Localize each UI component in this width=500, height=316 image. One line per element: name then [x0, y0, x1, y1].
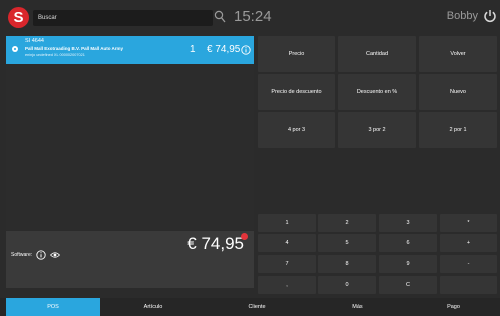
total-badge — [241, 233, 248, 240]
item-tag-icon — [12, 46, 18, 52]
key-7[interactable]: 7 — [258, 255, 316, 273]
tab-pos[interactable]: POS — [6, 298, 100, 316]
discount-percent-button[interactable]: Descuento en % — [338, 74, 416, 110]
key-5[interactable]: 5 — [318, 234, 376, 252]
user-name: Bobby — [446, 10, 478, 22]
price-button[interactable]: Precio — [258, 36, 335, 72]
promo-3x2-button[interactable]: 3 por 2 — [338, 112, 416, 148]
search-input[interactable]: Buscar — [33, 10, 213, 26]
item-sku: SI 4644 — [25, 38, 44, 44]
tab-pago[interactable]: Pago — [407, 298, 500, 316]
eye-icon[interactable] — [50, 251, 60, 259]
software-label: Software: — [11, 252, 33, 258]
total-panel: € 74,95 Software: — [6, 231, 254, 288]
cart-item-row[interactable]: SI 4644 Pall Mall Exotraading B.V. Pall … — [6, 36, 254, 64]
cart-panel: SI 4644 Pall Mall Exotraading B.V. Pall … — [6, 36, 254, 230]
tab-articulo[interactable]: Artículo — [106, 298, 200, 316]
app-logo: S — [8, 7, 29, 28]
top-bar: S Buscar 15:24 Bobby — [0, 0, 500, 36]
key-empty[interactable] — [440, 276, 497, 294]
search-icon[interactable] — [214, 10, 226, 24]
item-price: € 74,95 — [207, 44, 241, 55]
back-button[interactable]: Volver — [419, 36, 497, 72]
bottom-nav: POS Artículo Cliente Más Pago — [0, 298, 500, 316]
key-multiply[interactable]: * — [440, 214, 497, 232]
key-comma[interactable]: , — [258, 276, 316, 294]
promo-4x3-button[interactable]: 4 por 3 — [258, 112, 335, 148]
item-name: Pall Mall Exotraading B.V. Pall Mall Aut… — [25, 46, 124, 51]
new-button[interactable]: Nuevo — [419, 74, 497, 110]
key-9[interactable]: 9 — [379, 255, 437, 273]
key-2[interactable]: 2 — [318, 214, 376, 232]
key-8[interactable]: 8 — [318, 255, 376, 273]
key-0[interactable]: 0 — [318, 276, 376, 294]
clock: 15:24 — [234, 8, 272, 25]
key-clear[interactable]: C — [379, 276, 437, 294]
tab-mas[interactable]: Más — [309, 298, 406, 316]
key-minus[interactable]: - — [440, 255, 497, 273]
quantity-button[interactable]: Cantidad — [338, 36, 416, 72]
key-3[interactable]: 3 — [379, 214, 437, 232]
item-description: eninjo undefined XL 000002007021 — [25, 53, 85, 57]
key-6[interactable]: 6 — [379, 234, 437, 252]
cart-total: € 74,95 — [187, 234, 244, 253]
tab-cliente[interactable]: Cliente — [206, 298, 308, 316]
key-4[interactable]: 4 — [258, 234, 316, 252]
promo-2x1-button[interactable]: 2 por 1 — [419, 112, 497, 148]
software-info-icon[interactable] — [36, 250, 46, 260]
key-1[interactable]: 1 — [258, 214, 316, 232]
discount-price-button[interactable]: Precio de descuento — [258, 74, 335, 110]
item-info-icon[interactable] — [241, 45, 251, 55]
key-plus[interactable]: + — [440, 234, 497, 252]
power-icon[interactable] — [483, 9, 497, 23]
item-quantity: 1 — [190, 44, 196, 55]
